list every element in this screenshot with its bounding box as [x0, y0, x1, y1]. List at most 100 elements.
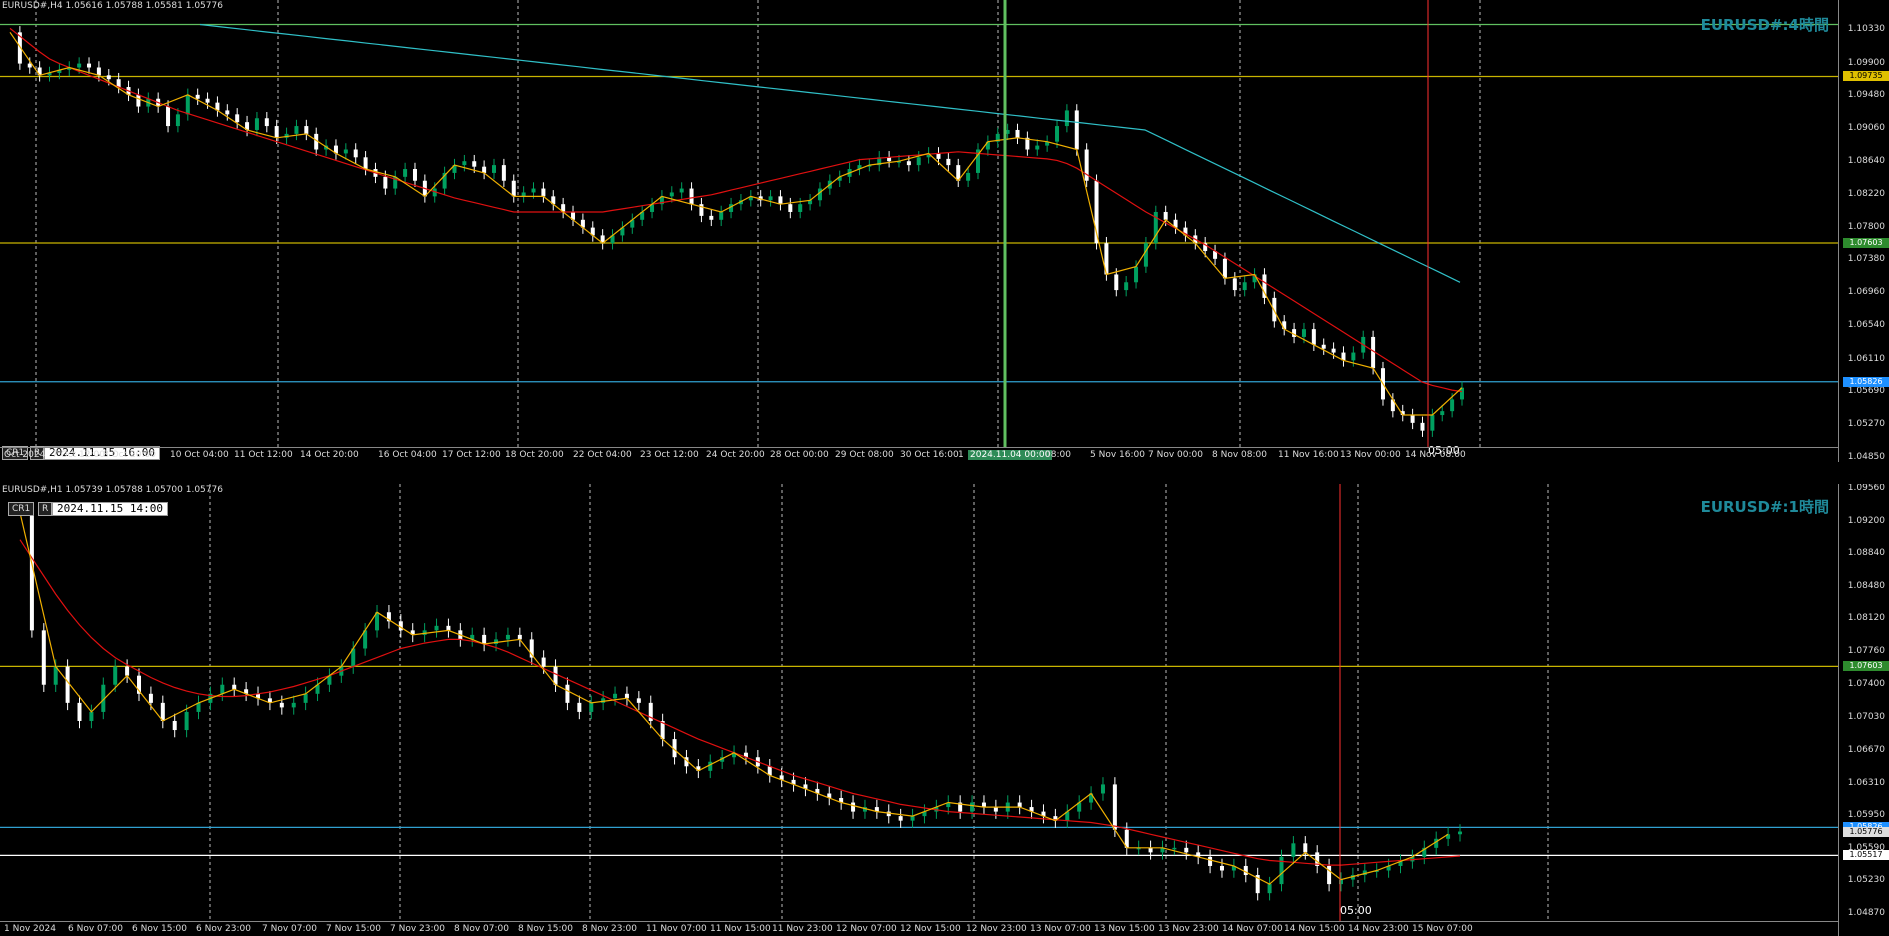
- price-tick-label: 1.04870: [1847, 908, 1885, 918]
- candle-body: [936, 153, 941, 159]
- candle-body: [1017, 802, 1022, 808]
- candle-body: [1303, 843, 1308, 853]
- current-price-marker-tag: 1.05776: [1843, 826, 1889, 837]
- time-tick-label: 6 Nov 23:00: [196, 924, 251, 934]
- h1-price-scale[interactable]: 1.09560 1.09200 1.08840 1.08480 1.08120 1.077…: [1838, 484, 1889, 936]
- time-tick-label: 14 Nov 08:00: [1405, 450, 1466, 460]
- candle-body: [1208, 856, 1213, 866]
- time-tick-label: 1: [958, 450, 964, 460]
- candle-body: [274, 126, 279, 138]
- candle-body: [501, 165, 506, 181]
- zigzag-line: [9, 31, 1463, 416]
- h1-time-axis[interactable]: 1 Nov 2024 6 Nov 07:00 6 Nov 15:00 6 Nov 23…: [0, 921, 1839, 936]
- candle-body: [505, 634, 510, 640]
- candle-body: [89, 711, 94, 721]
- h4-price-scale[interactable]: 1.10330 1.09900 1.09480 1.09060 1.08640 1.082…: [1838, 0, 1889, 462]
- candle-body: [1311, 329, 1316, 345]
- candle-body: [1172, 847, 1177, 850]
- time-tick-label: 8 Nov 23:00: [582, 924, 637, 934]
- candle-body: [184, 711, 189, 731]
- price-tick-label: 1.08480: [1847, 580, 1885, 591]
- candle-body: [472, 161, 477, 167]
- candle-body: [27, 63, 32, 68]
- candle-body: [434, 625, 439, 631]
- h1-header-quote: EURUSD#,H1 1.05739 1.05788 1.05700 1.057…: [2, 485, 223, 495]
- candle-body: [291, 702, 296, 708]
- candle-body: [669, 192, 674, 197]
- candle-body: [175, 114, 180, 127]
- time-tick-label: 10 Oct 04:00: [170, 450, 229, 460]
- candle-body: [77, 702, 82, 721]
- h1-cursor-time: 05:00: [1340, 904, 1372, 917]
- candle-body: [1184, 847, 1189, 853]
- candle-body: [254, 118, 259, 130]
- h1-chart-pane[interactable]: EURUSD#,H1 1.05739 1.05788 1.05700 1.057…: [0, 484, 1889, 936]
- time-tick-label: 24 Oct 20:00: [706, 450, 765, 460]
- time-tick-label: 11 Oct 12:00: [234, 450, 293, 460]
- candle-body: [1267, 884, 1272, 894]
- time-tick-label: Oct 2024: [4, 450, 46, 460]
- price-tick-label: 1.07800: [1847, 221, 1885, 232]
- candle-body: [148, 693, 153, 703]
- candle-body: [1219, 865, 1224, 871]
- h4-chart-pane[interactable]: EURUSD#,H4 1.05616 1.05788 1.05581 1.057…: [0, 0, 1889, 462]
- candle-body: [113, 666, 118, 685]
- candle-body: [303, 693, 308, 703]
- time-tick-label: 08:00: [1045, 450, 1071, 460]
- candle-body: [1124, 282, 1129, 291]
- price-tick-label: 1.08120: [1847, 613, 1885, 624]
- h4-price-plot[interactable]: [0, 0, 1839, 448]
- zigzag-line: [19, 512, 1449, 885]
- price-tick-label: 1.05270: [1847, 419, 1885, 430]
- candle-body: [166, 106, 171, 127]
- candle-body: [768, 196, 773, 201]
- candle-body: [96, 67, 101, 76]
- time-tick-label: 12 Nov 07:00: [836, 924, 897, 934]
- candle-body: [363, 157, 368, 170]
- candle-body: [1222, 258, 1227, 279]
- time-tick-label: 7 Nov 15:00: [326, 924, 381, 934]
- candle-body: [1100, 784, 1105, 794]
- candle-body: [160, 702, 165, 721]
- yellow-level-line-tag: 1.09735: [1843, 71, 1889, 82]
- candle-body: [403, 169, 408, 177]
- candle-body: [565, 684, 570, 703]
- price-tick-label: 1.07760: [1847, 646, 1885, 657]
- candle-body: [446, 625, 451, 631]
- candle-body: [906, 161, 911, 166]
- candle-body: [1458, 831, 1462, 835]
- time-tick-label: 14 Oct 20:00: [300, 450, 359, 460]
- h1-r-button[interactable]: R: [38, 502, 53, 516]
- candle-body: [709, 215, 714, 220]
- price-tick-label: 1.09900: [1847, 57, 1885, 68]
- time-tick-label: 13 Nov 00:00: [1340, 450, 1401, 460]
- h1-price-plot[interactable]: [0, 484, 1839, 922]
- candle-body: [788, 204, 793, 212]
- candle-body: [521, 192, 526, 197]
- candle-body: [1243, 865, 1248, 876]
- price-tick-label: 1.09480: [1847, 90, 1885, 101]
- candle-body: [1015, 129, 1020, 138]
- price-tick-label: 1.10330: [1847, 24, 1885, 34]
- candle-body: [1242, 282, 1247, 291]
- time-tick-label: 13 Nov 23:00: [1158, 924, 1219, 934]
- candle-body: [798, 204, 803, 212]
- candle-body: [689, 188, 694, 205]
- time-tick-label: 18 Oct 20:00: [505, 450, 564, 460]
- candle-body: [778, 196, 783, 205]
- candle-body: [1148, 847, 1153, 853]
- price-tick-label: 1.06310: [1847, 777, 1885, 788]
- candle-body: [708, 761, 713, 771]
- time-tick-label: 11 Nov 16:00: [1278, 450, 1339, 460]
- candle-body: [517, 634, 522, 640]
- time-tick-label: 8 Nov 15:00: [518, 924, 573, 934]
- time-tick-label: 16 Oct 04:00: [378, 450, 437, 460]
- candle-body: [1430, 415, 1435, 431]
- candle-body: [898, 816, 903, 821]
- candle-body: [87, 63, 92, 68]
- candle-body: [1074, 110, 1079, 150]
- green-level-line-tag: 1.07603: [1843, 661, 1889, 672]
- h1-cr-button[interactable]: CR1: [8, 502, 35, 516]
- h4-time-axis[interactable]: Oct 2024 7 Oct 12:00 8 Oct 20:00 10 Oct 04:…: [0, 447, 1839, 462]
- candle-body: [531, 188, 536, 193]
